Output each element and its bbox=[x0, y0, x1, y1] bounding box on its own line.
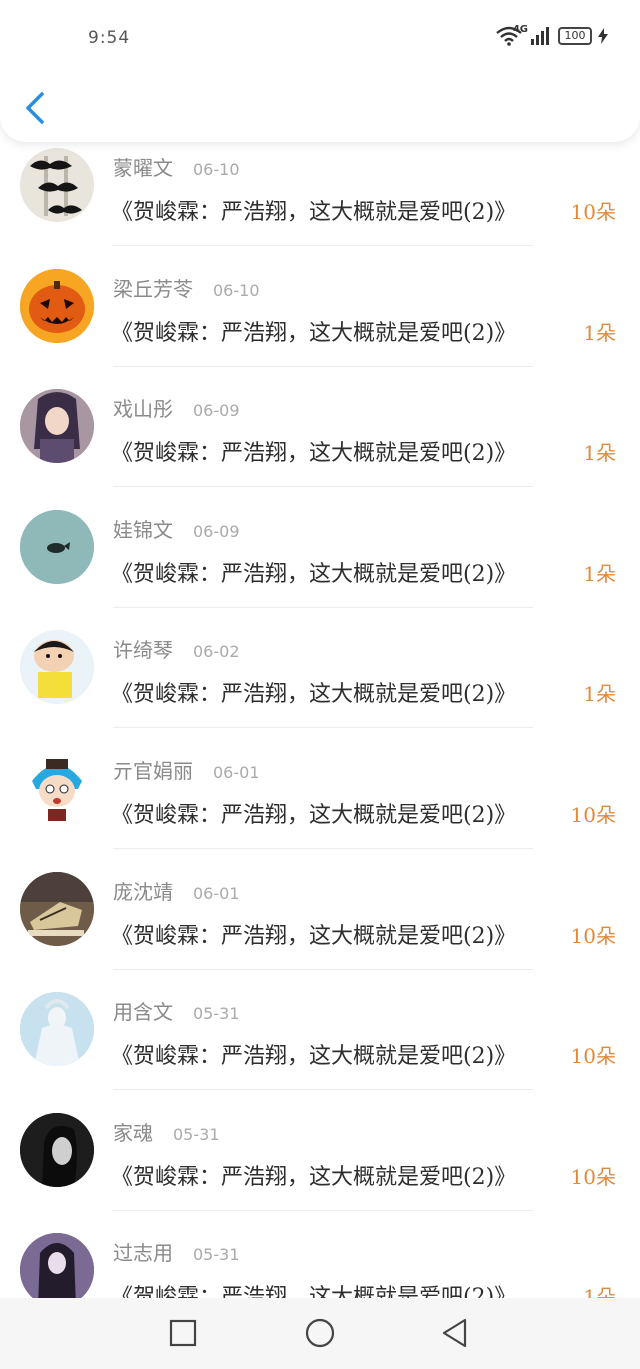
signal-icon bbox=[531, 27, 549, 45]
battery-level: 100 bbox=[564, 29, 586, 42]
list-item[interactable]: 家魂 05-31 《贺峻霖：严浩翔，这大概就是爱吧(2)》 10朵 bbox=[0, 1107, 640, 1228]
flower-count: 1朵 bbox=[583, 320, 616, 345]
flower-count: 1朵 bbox=[583, 682, 616, 707]
flower-count: 1朵 bbox=[583, 561, 616, 586]
avatar[interactable] bbox=[20, 1233, 94, 1308]
sent-date: 06-10 bbox=[213, 280, 260, 300]
sender-name: 用含文 05-31 bbox=[113, 1000, 240, 1025]
top-header: 9:54 4G 100 bbox=[0, 0, 640, 142]
list-item[interactable]: 娃锦文 06-09 《贺峻霖：严浩翔，这大概就是爱吧(2)》 1朵 bbox=[0, 504, 640, 625]
flower-count: 10朵 bbox=[570, 1164, 616, 1189]
sent-date: 06-09 bbox=[193, 401, 240, 421]
divider bbox=[113, 847, 533, 849]
list-item[interactable]: 蒙曜文 06-10 《贺峻霖：严浩翔，这大概就是爱吧(2)》 10朵 bbox=[0, 142, 640, 263]
divider bbox=[113, 606, 533, 608]
sent-date: 06-10 bbox=[193, 160, 240, 179]
avatar[interactable] bbox=[20, 1112, 94, 1187]
sent-date: 05-31 bbox=[193, 1004, 240, 1024]
sender-name: 过志用 05-31 bbox=[113, 1241, 240, 1266]
flower-count: 10朵 bbox=[570, 802, 616, 827]
article-title: 《贺峻霖：严浩翔，这大概就是爱吧(2)》 bbox=[111, 1044, 517, 1070]
home-button[interactable] bbox=[303, 1316, 337, 1350]
flower-count: 10朵 bbox=[570, 923, 616, 948]
divider bbox=[113, 365, 533, 367]
divider bbox=[113, 1209, 533, 1211]
sender-name: 戏山彤 06-09 bbox=[113, 397, 240, 422]
avatar[interactable] bbox=[20, 268, 94, 343]
system-navigation-bar bbox=[0, 1298, 640, 1369]
divider bbox=[113, 727, 533, 729]
list-item[interactable]: 亓官娟丽 06-01 《贺峻霖：严浩翔，这大概就是爱吧(2)》 10朵 bbox=[0, 745, 640, 866]
divider bbox=[113, 1089, 533, 1091]
avatar[interactable] bbox=[20, 148, 94, 222]
divider bbox=[113, 486, 533, 488]
avatar[interactable] bbox=[20, 992, 94, 1067]
sender-name: 娃锦文 06-09 bbox=[113, 517, 240, 542]
article-title: 《贺峻霖：严浩翔，这大概就是爱吧(2)》 bbox=[111, 1164, 517, 1190]
sent-date: 06-02 bbox=[193, 642, 240, 662]
back-button[interactable] bbox=[20, 88, 56, 128]
article-title: 《贺峻霖：严浩翔，这大概就是爱吧(2)》 bbox=[111, 200, 517, 225]
sent-date: 06-01 bbox=[213, 762, 260, 782]
sent-date: 06-01 bbox=[193, 883, 240, 903]
avatar[interactable] bbox=[20, 509, 94, 584]
list-item[interactable]: 庞沈靖 06-01 《贺峻霖：严浩翔，这大概就是爱吧(2)》 10朵 bbox=[0, 866, 640, 987]
flower-count: 10朵 bbox=[570, 200, 616, 224]
article-title: 《贺峻霖：严浩翔，这大概就是爱吧(2)》 bbox=[111, 441, 517, 467]
flower-count: 1朵 bbox=[583, 441, 616, 466]
charging-icon bbox=[598, 28, 608, 44]
article-title: 《贺峻霖：严浩翔，这大概就是爱吧(2)》 bbox=[111, 561, 517, 587]
list-item[interactable]: 许绮琴 06-02 《贺峻霖：严浩翔，这大概就是爱吧(2)》 1朵 bbox=[0, 624, 640, 745]
article-title: 《贺峻霖：严浩翔，这大概就是爱吧(2)》 bbox=[111, 802, 517, 828]
back-nav-button[interactable] bbox=[438, 1316, 472, 1350]
avatar[interactable] bbox=[20, 389, 94, 464]
sender-name: 梁丘芳苓 06-10 bbox=[113, 276, 260, 301]
avatar[interactable] bbox=[20, 750, 94, 825]
sender-name: 家魂 05-31 bbox=[113, 1120, 220, 1145]
recent-apps-button[interactable] bbox=[166, 1316, 200, 1350]
sent-date: 05-31 bbox=[193, 1245, 240, 1265]
status-time: 9:54 bbox=[88, 28, 131, 48]
list-item[interactable]: 戏山彤 06-09 《贺峻霖：严浩翔，这大概就是爱吧(2)》 1朵 bbox=[0, 383, 640, 504]
gift-list: 蒙曜文 06-10 《贺峻霖：严浩翔，这大概就是爱吧(2)》 10朵 梁丘芳苓 06… bbox=[0, 142, 640, 1348]
sender-name: 庞沈靖 06-01 bbox=[113, 879, 240, 904]
article-title: 《贺峻霖：严浩翔，这大概就是爱吧(2)》 bbox=[111, 320, 517, 346]
wifi-icon bbox=[496, 26, 522, 46]
avatar[interactable] bbox=[20, 630, 94, 705]
sender-name: 许绮琴 06-02 bbox=[113, 638, 240, 663]
article-title: 《贺峻霖：严浩翔，这大概就是爱吧(2)》 bbox=[111, 923, 517, 949]
sent-date: 06-09 bbox=[193, 521, 240, 541]
list-item[interactable]: 用含文 05-31 《贺峻霖：严浩翔，这大概就是爱吧(2)》 10朵 bbox=[0, 986, 640, 1107]
list-item[interactable]: 梁丘芳苓 06-10 《贺峻霖：严浩翔，这大概就是爱吧(2)》 1朵 bbox=[0, 263, 640, 384]
divider bbox=[113, 245, 533, 246]
battery-icon: 100 bbox=[558, 27, 592, 45]
divider bbox=[113, 968, 533, 970]
flower-count: 10朵 bbox=[570, 1044, 616, 1069]
sent-date: 05-31 bbox=[173, 1124, 220, 1144]
sender-name: 蒙曜文 06-10 bbox=[113, 156, 240, 180]
avatar[interactable] bbox=[20, 871, 94, 946]
sender-name: 亓官娟丽 06-01 bbox=[113, 758, 260, 783]
article-title: 《贺峻霖：严浩翔，这大概就是爱吧(2)》 bbox=[111, 682, 517, 708]
